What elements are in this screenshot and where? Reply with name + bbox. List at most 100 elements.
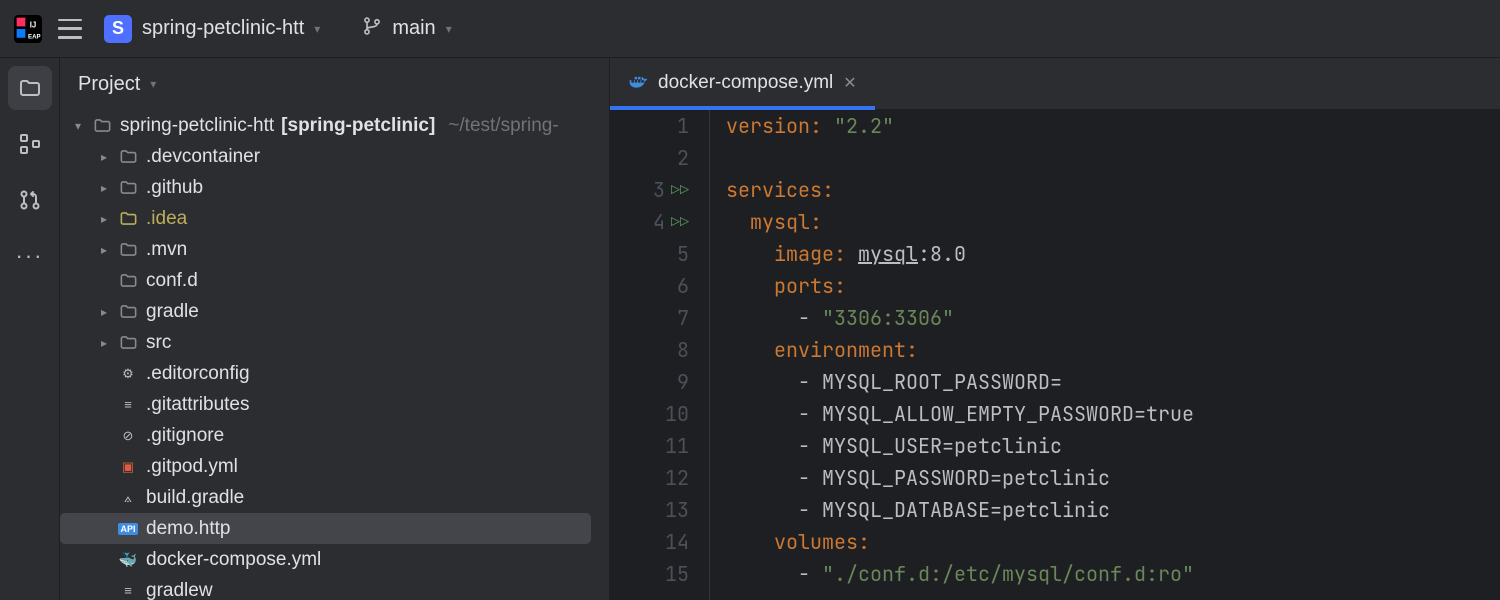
tree-item[interactable]: ▸ .mvn [60, 234, 609, 265]
gradle-icon: ⟑ [117, 490, 139, 506]
tree-root-module: [spring-petclinic] [281, 115, 435, 137]
tree-item-label: .github [146, 177, 203, 199]
chevron-down-icon: ▾ [72, 119, 84, 133]
code-line[interactable]: volumes: [726, 526, 1500, 558]
gutter-line: 9 [610, 366, 699, 398]
tree-root-path: ~/test/spring- [448, 115, 558, 137]
project-panel: Project ▾ ▾ spring-petclinic-htt [spring-… [60, 58, 610, 600]
folder-icon [117, 147, 139, 166]
tree-root-name: spring-petclinic-htt [120, 115, 274, 137]
tab-docker-compose[interactable]: docker-compose.yml ✕ [610, 57, 875, 109]
editor-code[interactable]: version: "2.2" services: mysql: image: m… [710, 110, 1500, 600]
titlebar: IJEAP S spring-petclinic-htt ▾ main ▾ [0, 0, 1500, 58]
pull-requests-tool-button[interactable] [8, 178, 52, 222]
tree-root[interactable]: ▾ spring-petclinic-htt [spring-petclinic]… [60, 110, 609, 141]
run-gutter-icon[interactable]: ▷▷ [671, 206, 689, 238]
code-line[interactable]: - MYSQL_ALLOW_EMPTY_PASSWORD=true [726, 398, 1500, 430]
project-badge: S [104, 15, 132, 43]
code-line[interactable]: - "./conf.d:/etc/mysql/conf.d:ro" [726, 558, 1500, 590]
tree-item[interactable]: ⟑ build.gradle [60, 482, 609, 513]
chevron-right-icon: ▸ [98, 243, 110, 257]
gutter-line: 2 [610, 142, 699, 174]
gutter-line: 14 [610, 526, 699, 558]
tree-item[interactable]: ▸ .github [60, 172, 609, 203]
hamburger-menu-icon[interactable] [58, 19, 82, 39]
tree-item[interactable]: ≡ .gitattributes [60, 389, 609, 420]
gutter-line: 7 [610, 302, 699, 334]
tree-item-label: src [146, 332, 171, 354]
git-branch-icon [362, 16, 382, 41]
gutter-line: 15 [610, 558, 699, 590]
project-tool-button[interactable] [8, 66, 52, 110]
editor[interactable]: 123 ▷▷4 ▷▷56789101112131415 version: "2.… [610, 110, 1500, 600]
folder-icon [117, 240, 139, 259]
tree-item[interactable]: ▸ .idea [60, 203, 609, 234]
gutter-line: 3 ▷▷ [610, 174, 699, 206]
tree-item-label: demo.http [146, 518, 231, 540]
tree-item[interactable]: ≡gradlew [60, 575, 609, 600]
code-line[interactable]: environment: [726, 334, 1500, 366]
tree-item[interactable]: ⚙.editorconfig [60, 358, 609, 389]
tree-item[interactable]: ▸.devcontainer [60, 141, 609, 172]
tab-label: docker-compose.yml [658, 72, 833, 94]
code-line[interactable]: - MYSQL_DATABASE=petclinic [726, 494, 1500, 526]
tree-item-label: .gitignore [146, 425, 224, 447]
code-line[interactable]: image: mysql:8.0 [726, 238, 1500, 270]
code-line[interactable]: - "3306:3306" [726, 302, 1500, 334]
code-line[interactable] [726, 142, 1500, 174]
chevron-right-icon: ▸ [98, 181, 110, 195]
tree-item[interactable]: ▣.gitpod.yml [60, 451, 609, 482]
editor-tabbar: docker-compose.yml ✕ [610, 58, 1500, 110]
tree-item-label: .idea [146, 208, 187, 230]
run-gutter-icon[interactable]: ▷▷ [671, 174, 689, 206]
gutter-line: 8 [610, 334, 699, 366]
chevron-right-icon: ▸ [98, 305, 110, 319]
code-line[interactable]: - MYSQL_PASSWORD=petclinic [726, 462, 1500, 494]
more-tool-button[interactable]: ··· [8, 234, 52, 278]
gutter-line: 1 [610, 110, 699, 142]
close-icon[interactable]: ✕ [843, 73, 856, 93]
panel-header[interactable]: Project ▾ [60, 58, 609, 110]
project-tree[interactable]: ▾ spring-petclinic-htt [spring-petclinic]… [60, 110, 609, 600]
tree-item-label: conf.d [146, 270, 198, 292]
tree-item-label: gradlew [146, 580, 213, 600]
chevron-down-icon: ▾ [446, 22, 452, 36]
branch-selector[interactable]: main ▾ [354, 12, 459, 45]
code-line[interactable]: - MYSQL_USER=petclinic [726, 430, 1500, 462]
chevron-right-icon: ▸ [98, 212, 110, 226]
gutter-line: 11 [610, 430, 699, 462]
tree-item[interactable]: API demo.http [60, 513, 591, 544]
text-icon: ≡ [117, 397, 139, 412]
tree-item-label: build.gradle [146, 487, 244, 509]
gutter-line: 6 [610, 270, 699, 302]
tree-item-label: .mvn [146, 239, 187, 261]
tree-item-label: .editorconfig [146, 363, 250, 385]
project-selector[interactable]: S spring-petclinic-htt ▾ [96, 11, 328, 47]
code-line[interactable]: ports: [726, 270, 1500, 302]
tree-item-label: .gitpod.yml [146, 456, 238, 478]
tree-item[interactable]: ▸src [60, 327, 609, 358]
tree-item[interactable]: ▸gradle [60, 296, 609, 327]
folder-icon [117, 209, 139, 228]
code-line[interactable]: services: [726, 174, 1500, 206]
code-line[interactable]: mysql: [726, 206, 1500, 238]
folder-icon [117, 302, 139, 321]
tree-item[interactable]: ⊘.gitignore [60, 420, 609, 451]
tree-item-label: .gitattributes [146, 394, 250, 416]
editor-area: docker-compose.yml ✕ 123 ▷▷4 ▷▷567891011… [610, 58, 1500, 600]
api-icon: API [117, 523, 139, 535]
gutter-line: 4 ▷▷ [610, 206, 699, 238]
code-line[interactable]: - MYSQL_ROOT_PASSWORD= [726, 366, 1500, 398]
folder-icon [91, 116, 113, 135]
docker-icon [628, 71, 648, 96]
structure-tool-button[interactable] [8, 122, 52, 166]
chevron-down-icon: ▾ [150, 77, 156, 91]
tree-item[interactable]: conf.d [60, 265, 609, 296]
gutter-line: 12 [610, 462, 699, 494]
tree-item[interactable]: 🐳docker-compose.yml [60, 544, 609, 575]
gutter-line: 13 [610, 494, 699, 526]
workspace: ··· Project ▾ ▾ spring-petclinic-htt [spr… [0, 58, 1500, 600]
panel-title: Project [78, 73, 140, 96]
code-line[interactable]: version: "2.2" [726, 110, 1500, 142]
docker-icon: 🐳 [117, 551, 139, 569]
